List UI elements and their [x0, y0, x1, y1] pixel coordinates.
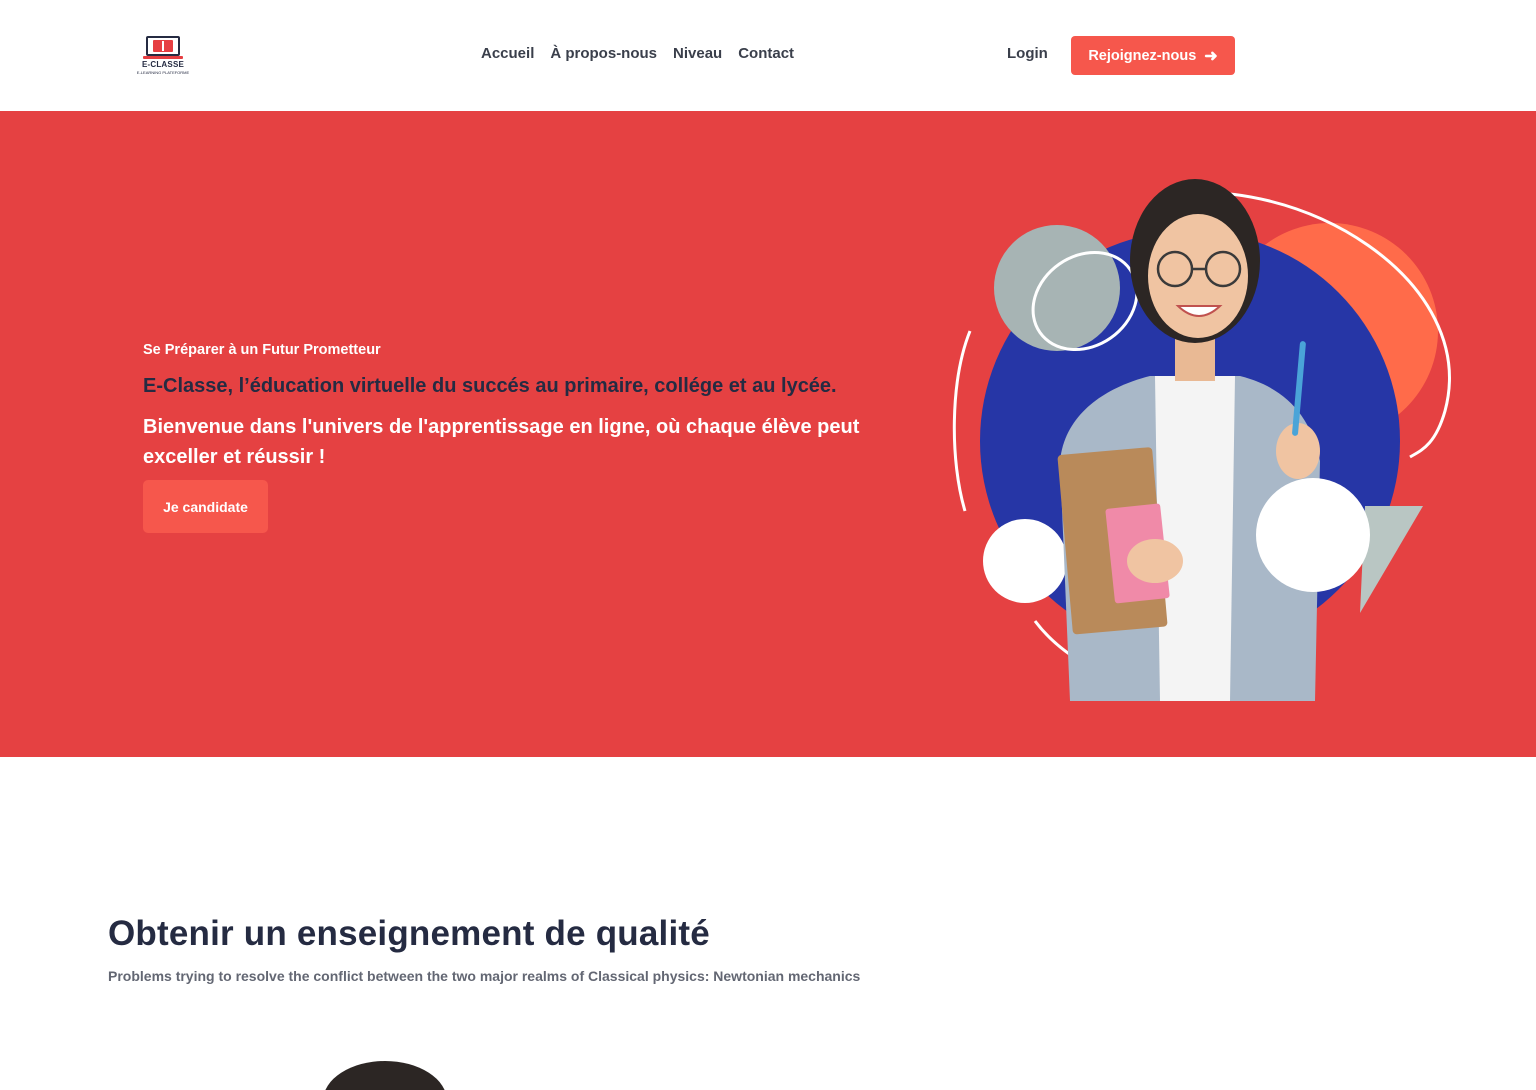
laptop-base — [143, 56, 183, 59]
apply-button[interactable]: Je candidate — [143, 480, 268, 533]
logo-name: E-CLASSE — [141, 60, 185, 69]
shirt — [1155, 376, 1235, 701]
nav-a-propos[interactable]: À propos-nous — [550, 45, 657, 62]
site-header: E-CLASSE E-LEARNING PLATEFORME Accueil À… — [0, 0, 1536, 111]
join-button[interactable]: Rejoignez-nous ➜ — [1071, 36, 1235, 75]
main-nav: Accueil À propos-nous Niveau Contact — [481, 45, 794, 62]
hand-left — [1127, 539, 1183, 583]
white-arc-left — [952, 330, 972, 512]
face — [1148, 214, 1248, 338]
white-circle-left — [983, 519, 1067, 603]
hero-title: E-Classe, l’éducation virtuelle du succé… — [143, 375, 837, 397]
nav-niveau[interactable]: Niveau — [673, 45, 722, 62]
person-image-peek — [325, 1061, 445, 1090]
nav-contact[interactable]: Contact — [738, 45, 794, 62]
nav-accueil[interactable]: Accueil — [481, 45, 534, 62]
section-title: Obtenir un enseignement de qualité — [108, 914, 710, 953]
hero-section: Se Préparer à un Futur Prometteur E-Clas… — [0, 111, 1536, 757]
grey-circle — [994, 225, 1120, 351]
section-subtitle: Problems trying to resolve the conflict … — [108, 968, 861, 984]
grey-triangle — [1360, 506, 1423, 613]
book-icon — [153, 40, 173, 52]
logo[interactable]: E-CLASSE E-LEARNING PLATEFORME — [136, 34, 190, 76]
hero-subtitle: Se Préparer à un Futur Prometteur — [143, 342, 381, 358]
join-button-label: Rejoignez-nous — [1088, 47, 1197, 64]
hero-text: Bienvenue dans l'univers de l'apprentiss… — [143, 416, 860, 468]
login-link[interactable]: Login — [1007, 45, 1048, 62]
arrow-right-icon: ➜ — [1204, 47, 1218, 65]
logo-tagline: E-LEARNING PLATEFORME — [136, 70, 190, 75]
hair-peek — [325, 1061, 445, 1090]
hero-illustration — [952, 179, 1451, 701]
white-circle-right — [1256, 478, 1370, 592]
